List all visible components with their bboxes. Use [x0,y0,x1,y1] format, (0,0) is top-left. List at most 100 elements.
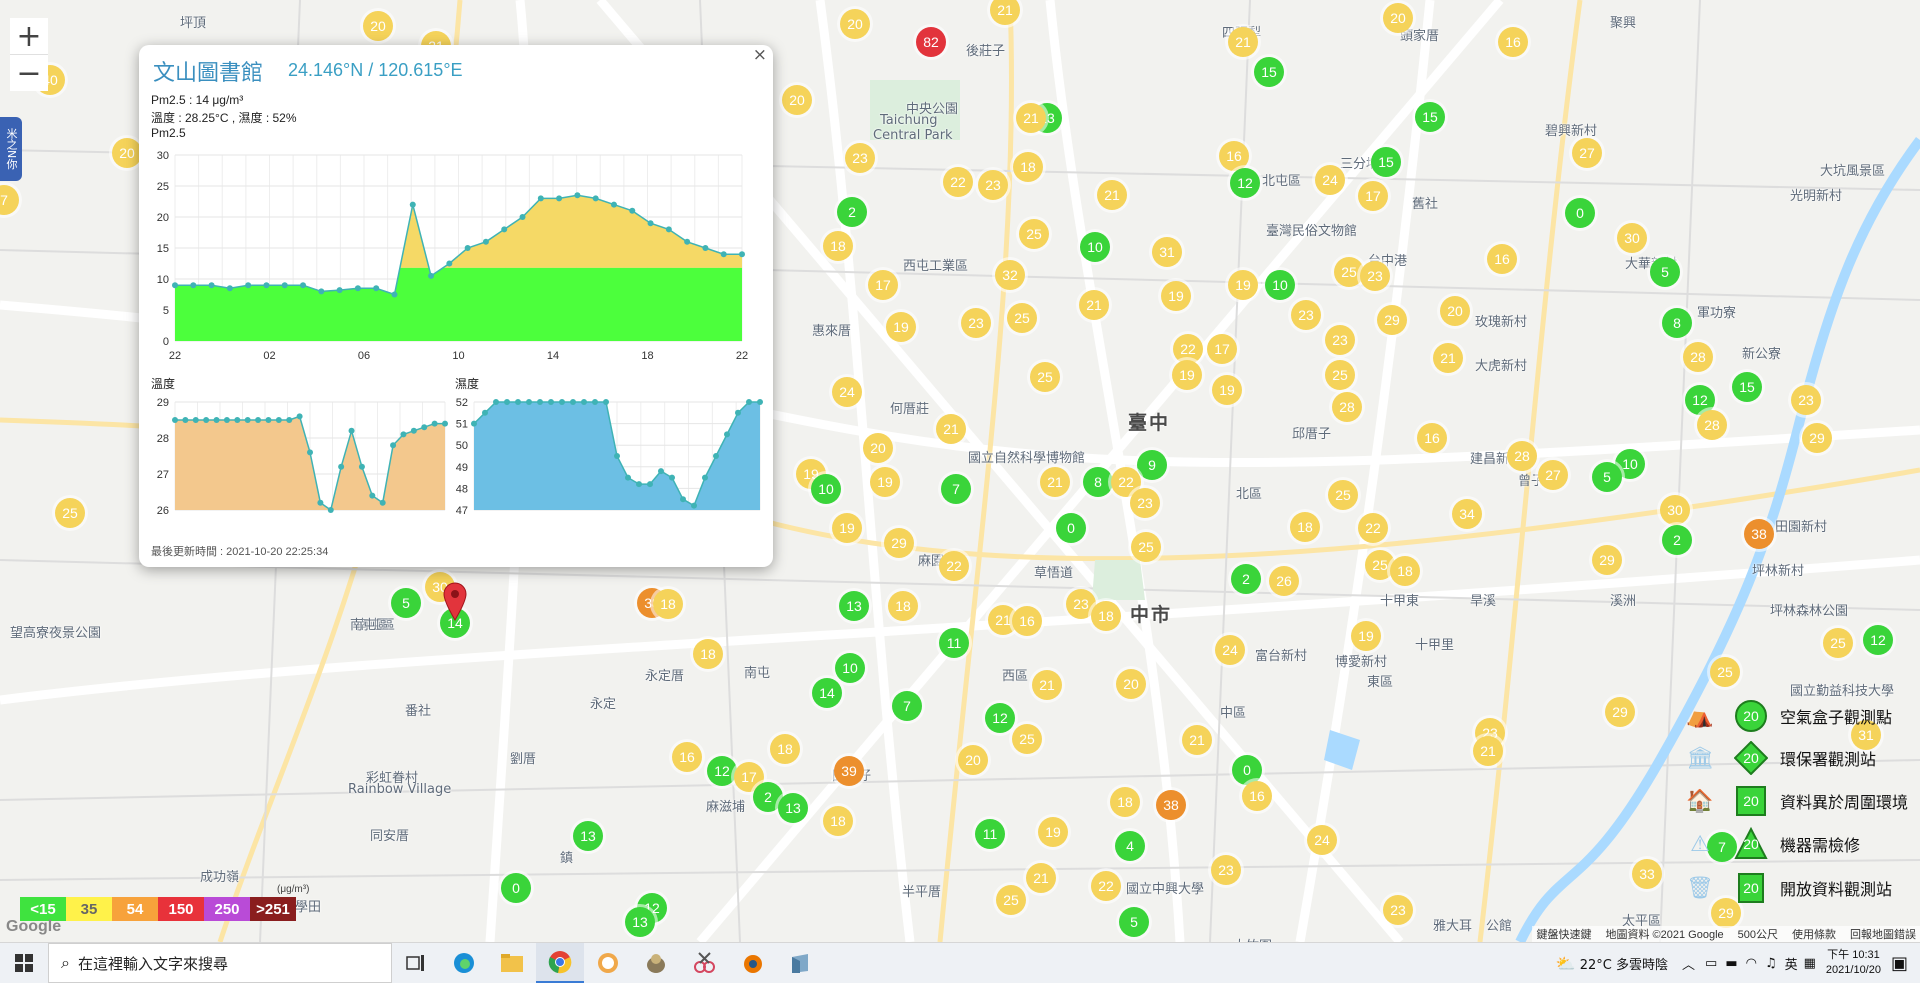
sensor-marker[interactable]: 0 [1565,198,1595,228]
sensor-marker[interactable]: 17 [868,270,898,300]
sensor-marker[interactable]: 23 [1791,385,1821,415]
sensor-marker[interactable]: 5 [1592,462,1622,492]
gimp-icon[interactable] [632,943,680,983]
snipping-tool-icon[interactable] [680,943,728,983]
sensor-marker[interactable]: 5 [1119,907,1149,937]
sensor-marker[interactable]: 7 [892,691,922,721]
battery-icon[interactable]: ▬ [1725,956,1737,971]
sensor-marker[interactable]: 18 [1390,556,1420,586]
sensor-marker[interactable]: 20 [1440,296,1470,326]
ime-indicator[interactable]: 英 [1785,954,1798,973]
sensor-marker[interactable]: 17 [1207,334,1237,364]
sensor-marker[interactable]: 2 [1662,525,1692,555]
sensor-marker[interactable]: 28 [1332,392,1362,422]
sensor-marker[interactable]: 20 [840,9,870,39]
sensor-marker[interactable]: 25 [1328,480,1358,510]
sensor-marker[interactable]: 20 [112,138,142,168]
sensor-marker[interactable]: 18 [888,591,918,621]
sensor-marker[interactable]: 10 [811,474,841,504]
sensor-marker[interactable]: 20 [363,11,393,41]
sensor-marker[interactable]: 29 [1605,697,1635,727]
sensor-marker[interactable]: 23 [961,308,991,338]
sensor-marker[interactable]: 23 [1291,300,1321,330]
sensor-marker[interactable]: 33 [1632,859,1662,889]
sensor-marker[interactable]: 19 [886,312,916,342]
sensor-marker[interactable]: 19 [1351,621,1381,651]
sensor-marker[interactable]: 18 [1013,152,1043,182]
sensor-marker[interactable]: 2 [837,197,867,227]
sensor-marker[interactable]: 19 [1212,375,1242,405]
sensor-marker[interactable]: 24 [832,377,862,407]
sensor-marker[interactable]: 13 [573,821,603,851]
sensor-marker[interactable]: 23 [978,170,1008,200]
clock[interactable]: 下午 10:31 2021/10/20 [1826,948,1881,978]
sensor-marker[interactable]: 21 [1182,725,1212,755]
sensor-marker[interactable]: 19 [1172,360,1202,390]
sensor-marker[interactable]: 10 [1265,270,1295,300]
taskbar-search[interactable]: ⌕ 在這裡輸入文字來搜尋 [48,943,392,983]
wifi-icon[interactable]: ◠ [1746,956,1757,971]
sensor-marker[interactable]: 25 [1019,219,1049,249]
sensor-marker[interactable]: 25 [1823,628,1853,658]
sensor-marker[interactable]: 29 [1377,305,1407,335]
sensor-marker[interactable]: 28 [1683,342,1713,372]
sensor-marker[interactable]: 19 [1161,281,1191,311]
sensor-marker[interactable]: 15 [1415,102,1445,132]
sensor-marker[interactable]: 31 [1152,237,1182,267]
sensor-marker[interactable]: 34 [1452,499,1482,529]
attribution-link[interactable]: 回報地圖錯誤 [1850,926,1916,942]
sensor-marker[interactable]: 21 [1097,180,1127,210]
sensor-marker[interactable]: 82 [916,27,946,57]
sensor-marker[interactable]: 11 [975,819,1005,849]
location-pin-icon[interactable] [442,582,468,622]
network-icon[interactable]: ▭ [1705,956,1717,971]
sensor-marker[interactable]: 12 [1230,168,1260,198]
sensor-marker[interactable]: 17 [1358,181,1388,211]
sensor-marker[interactable]: 19 [870,467,900,497]
sensor-marker[interactable]: 4 [1115,831,1145,861]
sensor-marker[interactable]: 18 [770,734,800,764]
sensor-marker[interactable]: 23 [1211,855,1241,885]
sensor-marker[interactable]: 15 [1732,372,1762,402]
sensor-marker[interactable]: 39 [834,756,864,786]
sensor-marker[interactable]: 23 [1130,488,1160,518]
weather-icon[interactable]: ⛅ [1556,954,1576,973]
attribution-link[interactable]: 鍵盤快速鍵 [1536,926,1591,942]
sensor-marker[interactable]: 21 [1433,343,1463,373]
sensor-marker[interactable]: 23 [1360,261,1390,291]
sensor-marker[interactable]: 38 [1156,790,1186,820]
sensor-marker[interactable]: 16 [1498,27,1528,57]
sensor-marker[interactable]: 20 [1383,3,1413,33]
chrome-icon[interactable] [536,943,584,983]
sensor-marker[interactable]: 8 [1083,467,1113,497]
sensor-marker[interactable]: 22 [939,551,969,581]
sensor-marker[interactable]: 22 [943,167,973,197]
sensor-marker[interactable]: 19 [832,513,862,543]
sensor-marker[interactable]: 22 [1091,871,1121,901]
sensor-marker[interactable]: 29 [1802,423,1832,453]
sensor-marker[interactable]: 27 [1572,138,1602,168]
notification-icon[interactable]: ▣ [1891,953,1908,974]
sensor-marker[interactable]: 7 [941,474,971,504]
attribution-link[interactable]: 500公尺 [1738,926,1778,942]
sensor-marker[interactable]: 22 [1358,513,1388,543]
map-canvas[interactable]: 中央公園TaichungCentral Park後莊子四張犁北屯區三分埔舊社碧興… [0,0,1920,942]
sensor-marker[interactable]: 16 [1487,244,1517,274]
edge-icon[interactable] [440,943,488,983]
sensor-marker[interactable]: 2 [1231,564,1261,594]
weather-text[interactable]: 22°C 多雲時陰 [1580,954,1668,973]
sensor-marker[interactable]: 18 [653,589,683,619]
sensor-marker[interactable]: 25 [1012,724,1042,754]
zoom-in-button[interactable]: + [10,18,48,55]
sensor-marker[interactable]: 25 [1710,657,1740,687]
sensor-marker[interactable]: 20 [782,85,812,115]
sensor-marker[interactable]: 16 [1012,606,1042,636]
sensor-marker[interactable]: 23 [1383,895,1413,925]
sensor-marker[interactable]: 5 [1650,257,1680,287]
sensor-marker[interactable]: 21 [1016,103,1046,133]
sensor-marker[interactable]: 16 [672,742,702,772]
file-explorer-icon[interactable] [488,943,536,983]
sensor-marker[interactable]: 9 [1137,450,1167,480]
sensor-marker[interactable]: 20 [958,745,988,775]
close-icon[interactable]: × [753,45,767,65]
